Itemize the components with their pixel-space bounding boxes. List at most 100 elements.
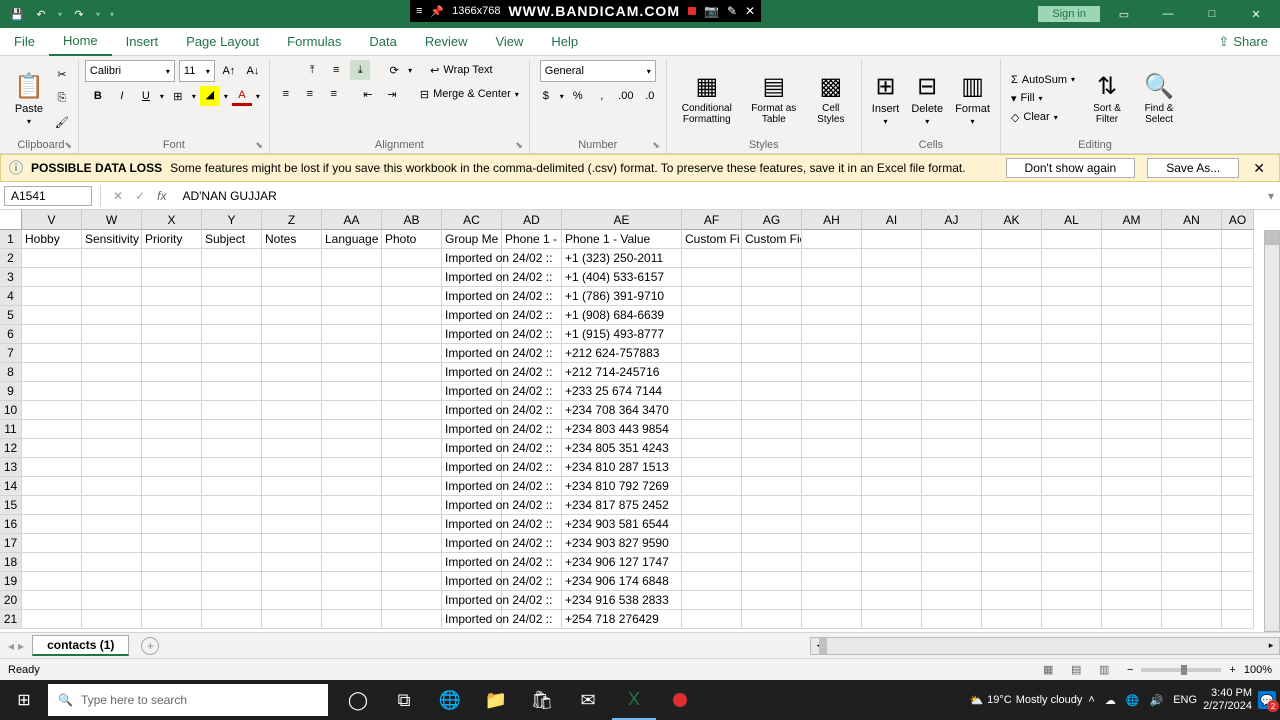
cell[interactable] <box>142 458 202 477</box>
zoom-slider[interactable] <box>1141 668 1221 672</box>
tab-help[interactable]: Help <box>537 28 592 56</box>
store-icon[interactable]: 🛍 <box>520 680 564 720</box>
cell[interactable] <box>202 515 262 534</box>
tab-insert[interactable]: Insert <box>112 28 173 56</box>
cell[interactable] <box>382 287 442 306</box>
cell[interactable] <box>262 325 322 344</box>
increase-indent-icon[interactable]: ⇥ <box>382 84 402 104</box>
column-header[interactable]: AH <box>802 210 862 230</box>
cell[interactable] <box>742 477 802 496</box>
cell[interactable] <box>382 363 442 382</box>
decrease-indent-icon[interactable]: ⇤ <box>358 84 378 104</box>
cell[interactable] <box>922 439 982 458</box>
cell[interactable] <box>1162 515 1222 534</box>
cell[interactable] <box>922 515 982 534</box>
cell[interactable] <box>22 477 82 496</box>
cell[interactable] <box>262 591 322 610</box>
cell[interactable]: Imported on 24/02 :: <box>442 553 502 572</box>
cell[interactable] <box>262 553 322 572</box>
cell[interactable] <box>862 496 922 515</box>
cell[interactable] <box>1102 572 1162 591</box>
edge-icon[interactable]: 🌐 <box>428 680 472 720</box>
cell[interactable] <box>1042 420 1102 439</box>
row-header[interactable]: 12 <box>0 439 22 458</box>
cell[interactable] <box>1222 610 1254 629</box>
tab-view[interactable]: View <box>481 28 537 56</box>
cell[interactable] <box>1102 287 1162 306</box>
cell[interactable] <box>82 496 142 515</box>
language-icon[interactable]: ENG <box>1173 694 1197 707</box>
column-header[interactable]: AJ <box>922 210 982 230</box>
cell[interactable] <box>502 420 562 439</box>
cell[interactable] <box>802 591 862 610</box>
row-header[interactable]: 20 <box>0 591 22 610</box>
cell[interactable] <box>742 382 802 401</box>
cell[interactable] <box>1042 306 1102 325</box>
cell[interactable] <box>382 572 442 591</box>
cell[interactable] <box>1162 591 1222 610</box>
cell[interactable]: +1 (915) 493-8777 <box>562 325 682 344</box>
cell[interactable]: Imported on 24/02 :: <box>442 306 502 325</box>
cell[interactable]: +1 (786) 391-9710 <box>562 287 682 306</box>
cell[interactable] <box>382 439 442 458</box>
align-right-icon[interactable]: ≡ <box>324 84 344 104</box>
cell[interactable] <box>502 553 562 572</box>
cell[interactable] <box>1102 610 1162 629</box>
cell[interactable] <box>742 401 802 420</box>
cell[interactable] <box>922 420 982 439</box>
cell[interactable] <box>382 268 442 287</box>
cell[interactable] <box>1102 496 1162 515</box>
copy-icon[interactable]: ⎘ <box>52 89 72 109</box>
save-as-button[interactable]: Save As... <box>1147 158 1239 178</box>
cell[interactable] <box>802 306 862 325</box>
cell[interactable] <box>982 458 1042 477</box>
cell[interactable] <box>1222 458 1254 477</box>
cell[interactable] <box>22 610 82 629</box>
percent-icon[interactable]: % <box>568 86 588 106</box>
cell[interactable] <box>142 610 202 629</box>
cell[interactable] <box>322 515 382 534</box>
cell[interactable] <box>22 306 82 325</box>
align-bottom-icon[interactable]: ⤓ <box>350 60 370 80</box>
cell[interactable] <box>202 344 262 363</box>
cell[interactable] <box>682 268 742 287</box>
cell[interactable] <box>502 515 562 534</box>
cell[interactable] <box>982 477 1042 496</box>
cell[interactable] <box>262 572 322 591</box>
row-header[interactable]: 15 <box>0 496 22 515</box>
cell[interactable] <box>982 610 1042 629</box>
cell[interactable] <box>502 591 562 610</box>
cell[interactable] <box>922 268 982 287</box>
find-select-button[interactable]: 🔍Find & Select <box>1135 70 1183 127</box>
increase-font-icon[interactable]: A↑ <box>219 61 239 81</box>
column-header[interactable]: AO <box>1222 210 1254 230</box>
row-header[interactable]: 18 <box>0 553 22 572</box>
cell[interactable] <box>1102 306 1162 325</box>
cell[interactable] <box>742 363 802 382</box>
cell[interactable] <box>742 496 802 515</box>
cell[interactable] <box>22 268 82 287</box>
cell[interactable] <box>1042 344 1102 363</box>
cell[interactable] <box>262 287 322 306</box>
cell[interactable] <box>82 344 142 363</box>
sign-in-button[interactable]: Sign in <box>1038 6 1100 22</box>
cell[interactable] <box>142 325 202 344</box>
cell[interactable] <box>922 553 982 572</box>
cell[interactable] <box>502 572 562 591</box>
close-button[interactable]: ✕ <box>1236 0 1276 28</box>
cell[interactable] <box>22 420 82 439</box>
number-launcher-icon[interactable]: ⬊ <box>652 140 660 151</box>
cell[interactable] <box>1222 477 1254 496</box>
row-header[interactable]: 11 <box>0 420 22 439</box>
cell[interactable] <box>262 401 322 420</box>
cell[interactable] <box>322 591 382 610</box>
column-header[interactable]: AB <box>382 210 442 230</box>
cell[interactable] <box>742 268 802 287</box>
cell[interactable] <box>802 477 862 496</box>
tab-formulas[interactable]: Formulas <box>273 28 355 56</box>
cell[interactable] <box>1222 230 1254 249</box>
cell[interactable] <box>1222 363 1254 382</box>
tab-data[interactable]: Data <box>355 28 410 56</box>
cell[interactable] <box>322 534 382 553</box>
cell[interactable] <box>502 325 562 344</box>
